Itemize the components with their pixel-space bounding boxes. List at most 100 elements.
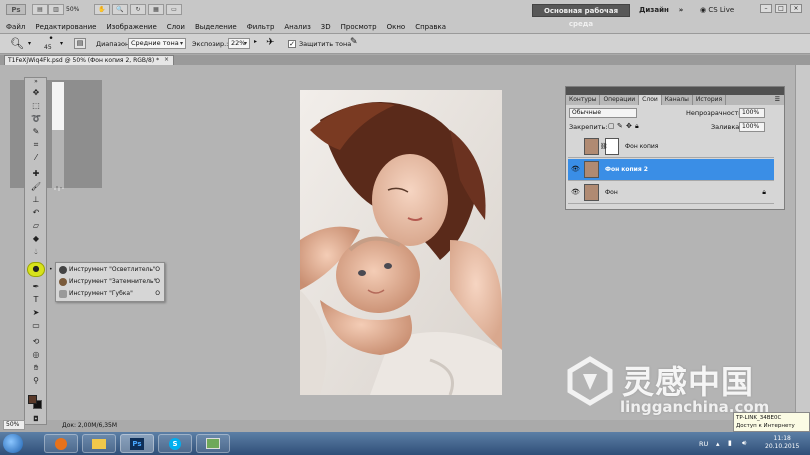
vertical-scrollbar[interactable] [795, 65, 810, 420]
exposure-slider-arrow-icon[interactable]: ▸ [254, 38, 257, 45]
explorer-icon[interactable] [82, 434, 116, 453]
panel-title-bar[interactable] [566, 87, 784, 95]
airbrush-icon[interactable]: ✈︎ [266, 37, 274, 48]
maximize-button[interactable]: □ [775, 4, 787, 13]
tab-history[interactable]: История [693, 95, 727, 105]
workspace-design-button[interactable]: Дизайн [636, 4, 672, 17]
flyout-item-sponge[interactable]: Инструмент "Губка" O [56, 288, 164, 300]
hand-tool-icon[interactable]: ✋ [94, 4, 110, 15]
menu-window[interactable]: Окно [387, 21, 406, 33]
type-tool-icon[interactable]: T [29, 294, 43, 305]
tray-expand-icon[interactable]: ▴ [716, 440, 720, 448]
menu-edit[interactable]: Редактирование [35, 21, 96, 33]
workspace-more-button[interactable]: » [676, 4, 686, 17]
menu-filter[interactable]: Фильтр [247, 21, 275, 33]
network-icon[interactable]: ▮ [728, 439, 732, 447]
language-indicator[interactable]: RU [699, 440, 708, 448]
cs-live-button[interactable]: ◉ CS Live [700, 3, 734, 17]
preset-dropdown-icon[interactable]: ▾ [28, 40, 31, 47]
menu-help[interactable]: Справка [415, 21, 446, 33]
tab-paths[interactable]: Контуры [566, 95, 601, 105]
quick-selection-tool-icon[interactable]: ✎ [29, 126, 43, 137]
lasso-tool-icon[interactable]: ➰ [29, 113, 43, 124]
3d-rotate-tool-icon[interactable]: ⟲ [29, 336, 43, 347]
zoom-tool-icon[interactable]: 🔍 [112, 4, 128, 15]
rotate-view-icon[interactable]: ↻ [130, 4, 146, 15]
lock-position-icon[interactable]: ✥ [626, 122, 632, 130]
eraser-tool-icon[interactable]: ▱ [29, 220, 43, 231]
fill-input[interactable]: 100% [739, 122, 765, 132]
eyedropper-tool-icon[interactable]: ⁄ [29, 152, 43, 163]
volume-icon[interactable]: 🔊︎ [742, 439, 746, 448]
layer-row[interactable]: ⛓︎ Фон копия [568, 136, 774, 158]
menu-select[interactable]: Выделение [195, 21, 237, 33]
history-brush-tool-icon[interactable]: ↶ [29, 207, 43, 218]
start-button[interactable] [3, 434, 23, 453]
shape-tool-icon[interactable]: ▭ [29, 320, 43, 331]
tablet-pressure-icon[interactable]: ✎ [350, 37, 358, 47]
hand-tool-icon[interactable]: ✋︎ [29, 362, 43, 373]
document-tab[interactable]: T1FeXjWiq4Fk.psd @ 50% (Фон копия 2, RGB… [4, 55, 174, 65]
quick-mask-icon[interactable]: ◘ [29, 414, 43, 425]
protect-tones-checkbox[interactable]: ✓ [288, 40, 296, 48]
photo-viewer-icon[interactable] [196, 434, 230, 453]
panel-menu-icon[interactable]: ☰ [775, 96, 780, 103]
dodge-tool-icon[interactable]: ● [27, 262, 45, 277]
menu-3d[interactable]: 3D [321, 21, 331, 33]
blur-tool-icon[interactable]: 💧︎ [29, 246, 43, 257]
move-tool-icon[interactable]: ✥ [29, 87, 43, 98]
tab-channels[interactable]: Каналы [662, 95, 693, 105]
opacity-input[interactable]: 100% [739, 108, 765, 118]
toolbar-collapse-icon[interactable]: » [29, 78, 43, 85]
brush-picker-arrow-icon[interactable]: ▾ [60, 40, 63, 47]
layer-row[interactable]: 👁︎ Фон 🔒︎ [568, 182, 774, 204]
arrange-icon[interactable]: ▥ [48, 4, 64, 15]
brush-tool-icon[interactable]: 🖌︎ [29, 181, 43, 192]
menu-file[interactable]: Файл [6, 21, 25, 33]
clone-stamp-tool-icon[interactable]: ⊥ [29, 194, 43, 205]
bridge-icon[interactable]: ▤ [32, 4, 48, 15]
blend-mode-select[interactable]: Обычные [569, 108, 637, 118]
lock-image-icon[interactable]: ✎ [617, 122, 623, 130]
minimize-button[interactable]: – [760, 4, 772, 13]
path-selection-tool-icon[interactable]: ➤ [29, 307, 43, 318]
zoom-level-input[interactable]: 50% [3, 420, 25, 430]
layer-row-selected[interactable]: 👁︎ Фон копия 2 [568, 159, 774, 181]
tab-layers[interactable]: Слои [639, 95, 662, 105]
document-tab-close-icon[interactable]: × [164, 56, 169, 63]
exposure-input[interactable]: 22% [228, 38, 250, 49]
menu-analysis[interactable]: Анализ [284, 21, 310, 33]
healing-brush-tool-icon[interactable]: ✚ [29, 168, 43, 179]
visibility-toggle[interactable] [571, 144, 578, 149]
flyout-item-burn[interactable]: Инструмент "Затемнитель" O [56, 276, 164, 288]
flyout-item-dodge[interactable]: Инструмент "Осветлитель" O [56, 264, 164, 276]
eye-icon[interactable]: 👁︎ [571, 166, 580, 173]
foreground-color-swatch[interactable] [28, 395, 37, 404]
firefox-icon[interactable] [44, 434, 78, 453]
extras-icon[interactable]: ▭ [166, 4, 182, 15]
menu-layer[interactable]: Слои [167, 21, 185, 33]
crop-tool-icon[interactable]: ⌗ [29, 139, 43, 150]
screen-mode-icon[interactable]: ▦ [148, 4, 164, 15]
tab-actions[interactable]: Операции [600, 95, 640, 105]
range-select[interactable]: Средние тона [128, 38, 186, 49]
document-canvas-photo[interactable] [300, 90, 502, 395]
3d-orbit-tool-icon[interactable]: ◎ [29, 349, 43, 360]
menu-image[interactable]: Изображение [106, 21, 156, 33]
zoom-level-select[interactable]: 50% [66, 4, 92, 15]
pen-tool-icon[interactable]: ✒︎ [29, 281, 43, 292]
menu-view[interactable]: Просмотр [341, 21, 377, 33]
workspace-essentials-button[interactable]: Основная рабочая среда [532, 4, 630, 28]
brush-panel-toggle-icon[interactable]: ▤ [74, 38, 86, 49]
skype-icon[interactable]: S [158, 434, 192, 453]
clock[interactable]: 11:18 20.10.2015 [765, 435, 799, 451]
lock-all-icon[interactable]: 🔒︎ [635, 122, 639, 131]
photoshop-taskbar-icon[interactable]: Ps [120, 434, 154, 453]
paint-bucket-tool-icon[interactable]: ◆ [29, 233, 43, 244]
lock-transparent-icon[interactable]: ▢ [608, 122, 615, 130]
zoom-tool-icon[interactable]: ⚲ [29, 375, 43, 386]
dodge-tool-preset-icon[interactable]: 🔍︎ [10, 37, 24, 50]
marquee-tool-icon[interactable]: ⬚ [29, 100, 43, 111]
close-button[interactable]: × [790, 4, 802, 13]
brush-tip-icon[interactable]: • [44, 35, 58, 44]
